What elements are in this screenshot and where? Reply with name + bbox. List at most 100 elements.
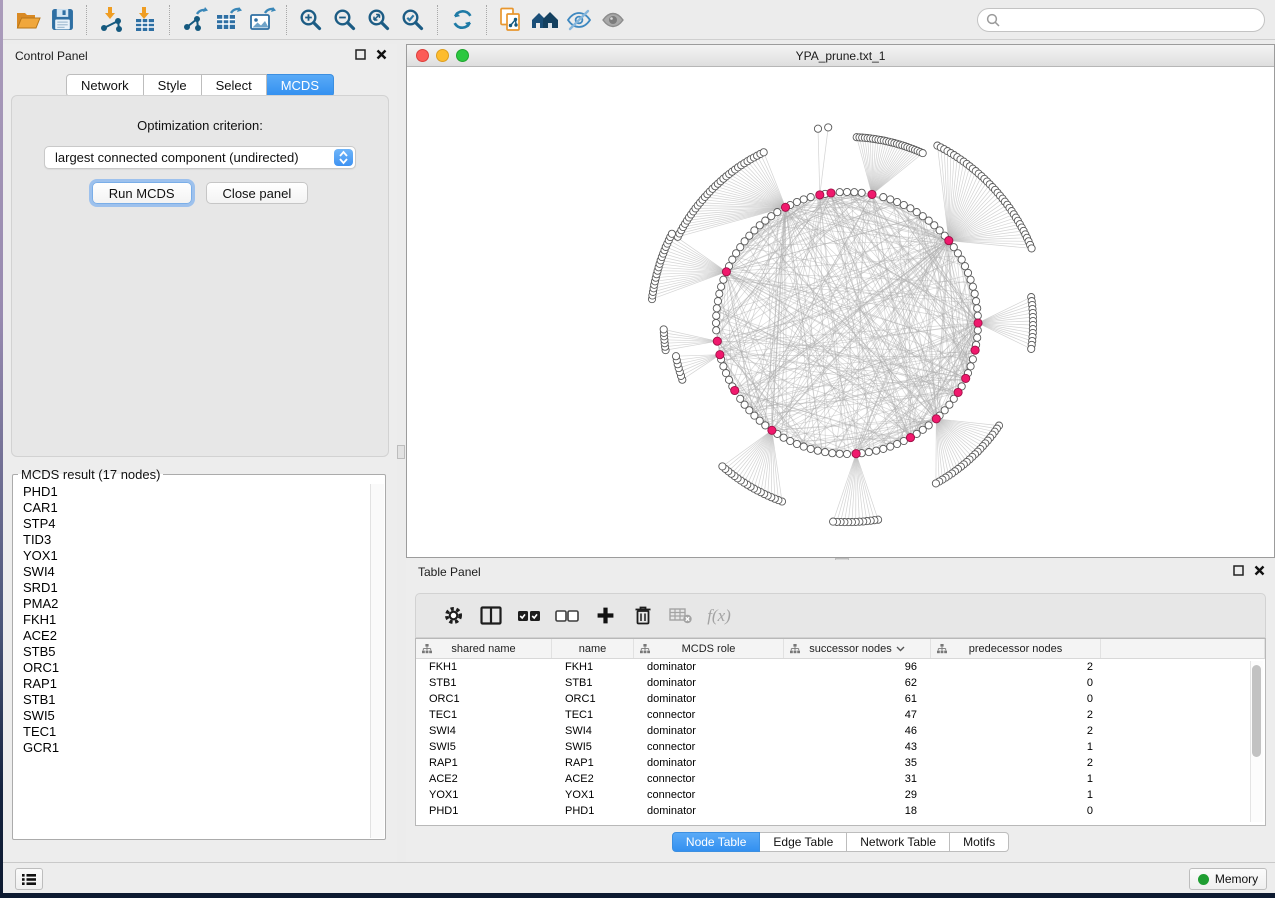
- graph-node[interactable]: [807, 194, 814, 201]
- tab-edge-table[interactable]: Edge Table: [760, 832, 847, 852]
- graph-node[interactable]: [712, 319, 719, 326]
- search-field[interactable]: [977, 8, 1265, 32]
- cell-name[interactable]: SWI4: [552, 723, 634, 739]
- table-row[interactable]: PHD1PHD1dominator180: [416, 803, 1265, 819]
- table-mode-gear-icon[interactable]: [434, 598, 472, 634]
- table-row[interactable]: RAP1RAP1dominator352: [416, 755, 1265, 771]
- cell-name[interactable]: YOX1: [552, 787, 634, 803]
- cell-successor-nodes[interactable]: 61: [784, 691, 931, 707]
- cell-shared-name[interactable]: FKH1: [416, 659, 552, 675]
- cell-predecessor-nodes[interactable]: 0: [931, 803, 1101, 819]
- graph-mcds-node[interactable]: [932, 415, 940, 423]
- graph-node[interactable]: [800, 443, 807, 450]
- graph-mcds-node[interactable]: [716, 351, 724, 359]
- column-header-predecessor-nodes[interactable]: predecessor nodes: [931, 639, 1101, 658]
- cell-shared-name[interactable]: PHD1: [416, 803, 552, 819]
- graph-node[interactable]: [894, 198, 901, 205]
- graph-node[interactable]: [814, 447, 821, 454]
- cell-MCDS-role[interactable]: dominator: [634, 691, 784, 707]
- delete-column-icon[interactable]: [624, 598, 662, 634]
- close-panel-icon[interactable]: [376, 49, 387, 60]
- save-session-icon[interactable]: [45, 4, 79, 36]
- graph-node[interactable]: [713, 305, 720, 312]
- graph-node[interactable]: [961, 263, 968, 270]
- search-input[interactable]: [1005, 13, 1256, 27]
- graph-node[interactable]: [807, 445, 814, 452]
- cell-MCDS-role[interactable]: connector: [634, 787, 784, 803]
- graph-node[interactable]: [793, 440, 800, 447]
- graph-node[interactable]: [880, 194, 887, 201]
- graph-node[interactable]: [971, 290, 978, 297]
- network-view-titlebar[interactable]: YPA_prune.txt_1: [407, 45, 1274, 67]
- graph-leaf-node[interactable]: [814, 125, 821, 132]
- zoom-in-icon[interactable]: [294, 4, 328, 36]
- cell-successor-nodes[interactable]: 43: [784, 739, 931, 755]
- zoom-fit-icon[interactable]: [362, 4, 396, 36]
- graph-mcds-node[interactable]: [962, 374, 970, 382]
- open-file-icon[interactable]: [11, 4, 45, 36]
- graph-node[interactable]: [787, 437, 794, 444]
- graph-node[interactable]: [851, 189, 858, 196]
- show-columns-icon[interactable]: [472, 598, 510, 634]
- column-header-successor-nodes[interactable]: successor nodes: [784, 639, 931, 658]
- graph-node[interactable]: [843, 450, 850, 457]
- cell-predecessor-nodes[interactable]: 2: [931, 723, 1101, 739]
- cell-MCDS-role[interactable]: connector: [634, 739, 784, 755]
- graph-node[interactable]: [713, 312, 720, 319]
- graph-mcds-node[interactable]: [827, 189, 835, 197]
- graph-node[interactable]: [967, 363, 974, 370]
- graph-node[interactable]: [967, 276, 974, 283]
- graph-node[interactable]: [958, 256, 965, 263]
- cell-name[interactable]: PHD1: [552, 803, 634, 819]
- cell-shared-name[interactable]: SWI4: [416, 723, 552, 739]
- graph-node[interactable]: [774, 209, 781, 216]
- tab-network-table[interactable]: Network Table: [847, 832, 950, 852]
- window-maximize-icon[interactable]: [456, 49, 469, 62]
- cell-predecessor-nodes[interactable]: 1: [931, 739, 1101, 755]
- mcds-result-item[interactable]: YOX1: [14, 548, 370, 564]
- graph-node[interactable]: [858, 189, 865, 196]
- close-panel-icon[interactable]: [1254, 565, 1265, 576]
- mcds-result-item[interactable]: PHD1: [14, 484, 370, 500]
- deselect-all-rows-icon[interactable]: [548, 598, 586, 634]
- mcds-result-item[interactable]: SWI4: [14, 564, 370, 580]
- graph-node[interactable]: [722, 370, 729, 377]
- graph-node[interactable]: [974, 334, 981, 341]
- graph-leaf-node[interactable]: [932, 480, 939, 487]
- mcds-result-item[interactable]: SRD1: [14, 580, 370, 596]
- graph-node[interactable]: [720, 276, 727, 283]
- graph-mcds-node[interactable]: [713, 337, 721, 345]
- table-row[interactable]: TEC1TEC1connector472: [416, 707, 1265, 723]
- graph-node[interactable]: [865, 449, 872, 456]
- show-all-icon[interactable]: [596, 4, 630, 36]
- graph-mcds-node[interactable]: [954, 388, 962, 396]
- hide-selected-icon[interactable]: [562, 4, 596, 36]
- cell-predecessor-nodes[interactable]: 0: [931, 675, 1101, 691]
- graph-node[interactable]: [900, 201, 907, 208]
- table-row[interactable]: STB1STB1dominator620: [416, 675, 1265, 691]
- graph-mcds-node[interactable]: [974, 319, 982, 327]
- show-task-history-button[interactable]: [15, 868, 43, 890]
- graph-mcds-node[interactable]: [906, 434, 914, 442]
- graph-node[interactable]: [973, 298, 980, 305]
- cell-name[interactable]: TEC1: [552, 707, 634, 723]
- cell-MCDS-role[interactable]: dominator: [634, 755, 784, 771]
- graph-node[interactable]: [974, 305, 981, 312]
- mcds-result-item[interactable]: FKH1: [14, 612, 370, 628]
- graph-node[interactable]: [836, 450, 843, 457]
- vertical-splitter-handle[interactable]: [397, 445, 405, 459]
- graph-node[interactable]: [836, 189, 843, 196]
- mcds-result-item[interactable]: GCR1: [14, 740, 370, 756]
- cell-predecessor-nodes[interactable]: 0: [931, 691, 1101, 707]
- tab-mcds[interactable]: MCDS: [267, 74, 334, 97]
- cell-successor-nodes[interactable]: 18: [784, 803, 931, 819]
- network-canvas[interactable]: [407, 67, 1274, 557]
- cell-name[interactable]: ACE2: [552, 771, 634, 787]
- export-table-icon[interactable]: [211, 4, 245, 36]
- graph-node[interactable]: [829, 450, 836, 457]
- graph-node[interactable]: [716, 290, 723, 297]
- cell-successor-nodes[interactable]: 96: [784, 659, 931, 675]
- column-header-MCDS-role[interactable]: MCDS role: [634, 639, 784, 658]
- graph-node[interactable]: [720, 363, 727, 370]
- graph-mcds-node[interactable]: [768, 426, 776, 434]
